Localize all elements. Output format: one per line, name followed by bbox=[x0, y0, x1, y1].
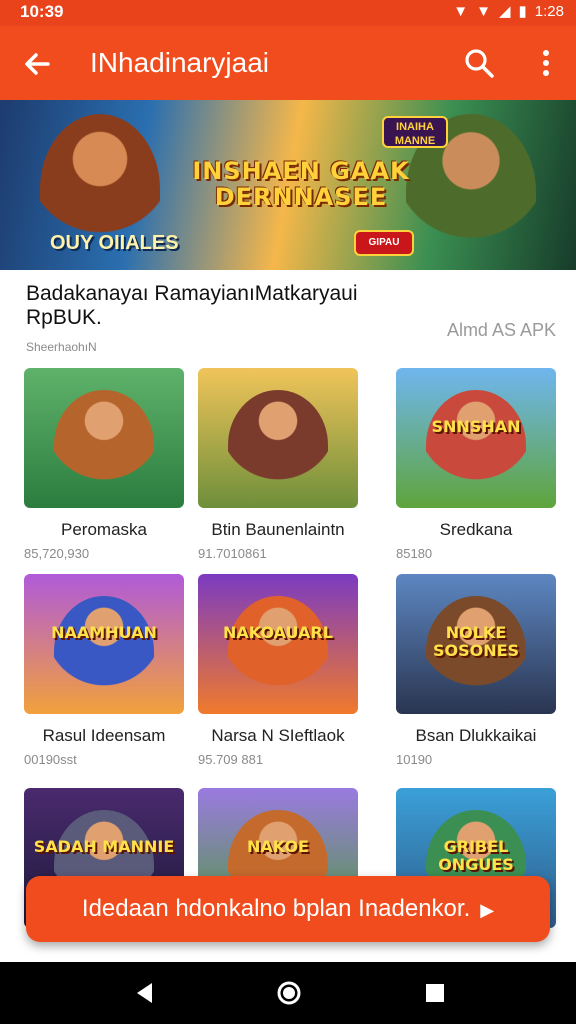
game-thumbnail-caption: NOLKE SOSONES bbox=[432, 623, 520, 660]
game-thumbnail-caption: SADAH MANNIE bbox=[33, 837, 175, 856]
banner-subtitle: OUY OIIALES bbox=[50, 232, 179, 254]
banner-badge-top: INAIHA MANNE bbox=[382, 116, 448, 148]
game-card[interactable]: Peromaska 85,720,930 bbox=[24, 368, 184, 561]
game-card[interactable]: Btin Baunenlaintn 91.7010861 bbox=[198, 368, 358, 561]
game-download-count: 95.709 881 bbox=[198, 752, 264, 767]
game-title: Badakanayaı RamayianıMatkaryaui RpBUK. bbox=[26, 282, 358, 329]
back-arrow-icon[interactable] bbox=[20, 46, 56, 82]
game-card[interactable]: SNNSHAN Sredkana 85180 bbox=[396, 368, 556, 561]
wifi-icon: ▼ bbox=[453, 2, 469, 20]
game-download-count: 00190sst bbox=[24, 752, 77, 767]
nav-recents-icon[interactable] bbox=[422, 980, 448, 1006]
game-card[interactable]: NOLKE SOSONES Bsan Dlukkaikai 10190 bbox=[396, 574, 556, 767]
signal-icon: ◢ bbox=[498, 3, 511, 20]
game-character-art bbox=[228, 596, 328, 706]
play-arrow-icon: ▶ bbox=[480, 900, 495, 920]
app-bar: INhadinaryjaai bbox=[0, 26, 576, 100]
game-name: Btin Baunenlaintn bbox=[211, 520, 345, 539]
game-card[interactable]: NAAMHUAN Rasul Ideensam 00190sst bbox=[24, 574, 184, 767]
search-icon[interactable] bbox=[462, 46, 496, 80]
game-card[interactable]: NAKOAUARL Narsa N SIeftlaok 95.709 881 bbox=[198, 574, 358, 767]
game-character-art bbox=[426, 390, 526, 500]
status-bar: 10:39 ▼ ▼ ◢ ▮ 1:28 bbox=[0, 0, 576, 26]
game-thumbnail[interactable] bbox=[24, 368, 184, 508]
cta-label: Idedaan hdonkalno bplan Inadenkor. bbox=[81, 895, 471, 922]
banner-headline: INSHAEN GAAK DERNNASEE bbox=[192, 157, 410, 211]
game-name: Peromaska bbox=[61, 520, 147, 539]
featured-banner[interactable]: INAIHA MANNE INSHAEN GAAK DERNNASEE OUY … bbox=[0, 100, 576, 270]
game-info: Badakanayaı RamayianıMatkaryaui RpBUK. A… bbox=[26, 282, 556, 354]
more-options-icon[interactable] bbox=[538, 44, 554, 82]
game-thumbnail-caption: GRIBEL ONGUES bbox=[438, 837, 514, 874]
nav-home-icon[interactable] bbox=[276, 980, 302, 1006]
battery-icon: ▮ bbox=[518, 3, 527, 20]
game-name: Narsa N SIeftlaok bbox=[211, 726, 345, 745]
game-download-count: 85180 bbox=[396, 546, 433, 561]
game-thumbnail[interactable] bbox=[198, 368, 358, 508]
game-thumbnail-caption: NAKOE bbox=[247, 837, 309, 856]
game-character-art bbox=[54, 596, 154, 706]
game-character-art bbox=[54, 390, 154, 500]
nav-back-icon[interactable] bbox=[132, 980, 158, 1006]
game-name: Sredkana bbox=[439, 520, 513, 539]
game-name: Rasul Ideensam bbox=[42, 726, 166, 745]
apk-link[interactable]: Almd AS APK bbox=[447, 320, 556, 341]
banner-badge-bottom: GIPAU bbox=[354, 230, 414, 256]
game-meta: SheerhaohıN bbox=[26, 340, 97, 354]
app-title: INhadinaryjaai bbox=[90, 47, 269, 78]
game-thumbnail-caption: NAKOAUARL bbox=[223, 623, 333, 642]
game-download-count: 10190 bbox=[396, 752, 433, 767]
game-thumbnail[interactable]: NAKOAUARL bbox=[198, 574, 358, 714]
game-name: Bsan Dlukkaikai bbox=[415, 726, 537, 745]
game-character-art bbox=[228, 390, 328, 500]
cta-button[interactable]: Idedaan hdonkalno bplan Inadenkor. ▶ bbox=[26, 876, 550, 942]
game-download-count: 85,720,930 bbox=[24, 546, 90, 561]
game-thumbnail[interactable]: NAAMHUAN bbox=[24, 574, 184, 714]
game-thumbnail-caption: NAAMHUAN bbox=[51, 623, 157, 642]
status-time: 10:39 bbox=[20, 2, 64, 21]
game-thumbnail[interactable]: NOLKE SOSONES bbox=[396, 574, 556, 714]
status-icons: ▼ ▼ ◢ ▮ 1:28 bbox=[453, 2, 564, 21]
status-right-time: 1:28 bbox=[534, 2, 564, 20]
game-thumbnail-caption: SNNSHAN bbox=[431, 417, 521, 436]
system-nav-bar bbox=[0, 962, 576, 1024]
game-thumbnail[interactable]: SNNSHAN bbox=[396, 368, 556, 508]
game-download-count: 91.7010861 bbox=[198, 546, 267, 561]
wifi-icon-secondary: ▼ bbox=[476, 2, 491, 20]
